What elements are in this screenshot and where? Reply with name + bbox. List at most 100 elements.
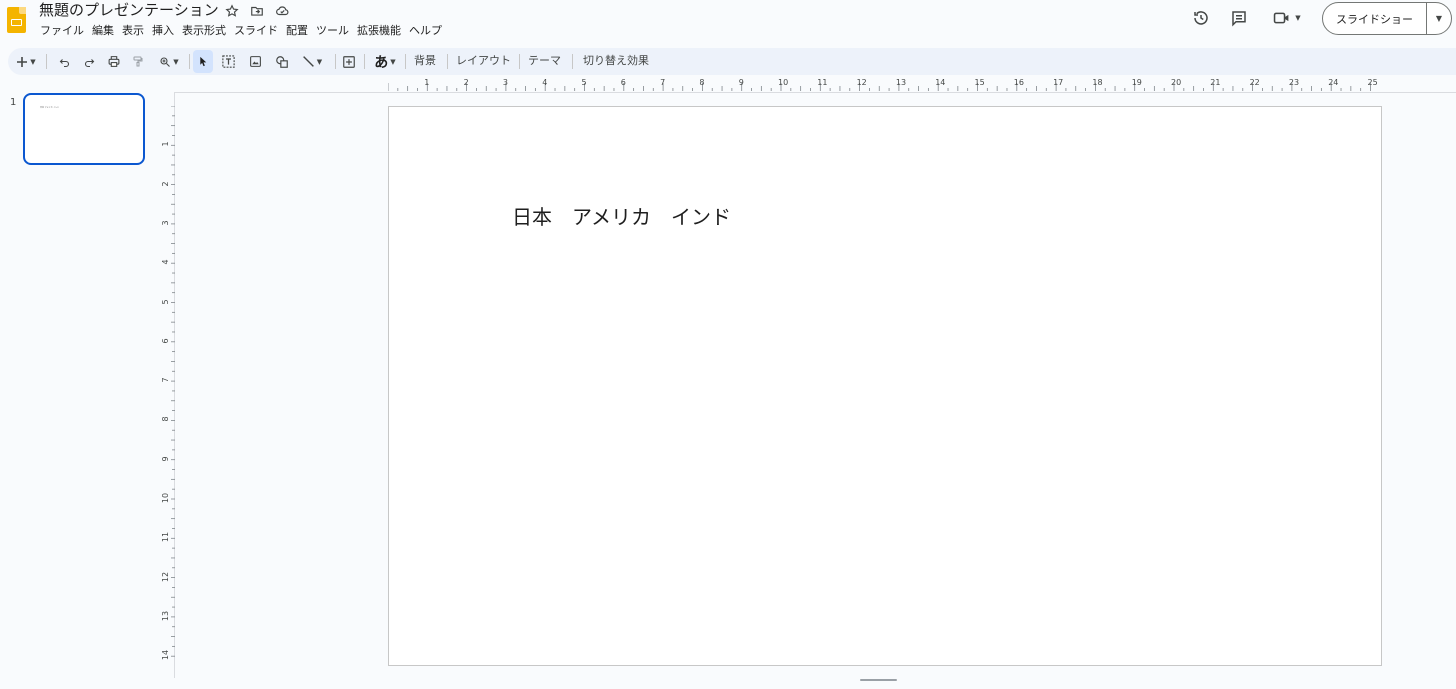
ruler-label: 1 <box>161 141 170 147</box>
menu-view[interactable]: 表示 <box>121 23 148 39</box>
add-comment-icon[interactable] <box>340 50 358 73</box>
vertical-ruler-labels: 1 2 3 4 5 6 7 8 9 10 11 12 13 14 <box>161 106 176 666</box>
theme-button[interactable]: テーマ <box>528 53 561 69</box>
toolbar: ▼ ▼ ▼ あ ▼ 背景 レイアウト テーマ 切り替え効果 <box>8 48 1456 75</box>
line-icon[interactable]: ▼ <box>298 50 326 73</box>
ruler-label: 7 <box>660 78 666 87</box>
filmstrip: 1 日本 アメリカ インド <box>0 84 160 689</box>
slide-number: 1 <box>10 97 17 108</box>
ruler-label: 11 <box>817 78 828 87</box>
new-slide-plus-icon[interactable]: ▼ <box>14 50 38 73</box>
header-bar: 無題のプレゼンテーション ファイル 編集 表示 挿入 表示形式 スライド 配置 … <box>0 0 1456 44</box>
ruler-label: 6 <box>161 338 170 344</box>
ruler-label: 4 <box>161 259 170 265</box>
toolbar-divider <box>519 54 520 69</box>
menu-bar: ファイル 編集 表示 挿入 表示形式 スライド 配置 ツール 拡張機能 ヘルプ <box>39 23 449 39</box>
ruler-label: 11 <box>161 532 170 543</box>
menu-help[interactable]: ヘルプ <box>408 23 446 39</box>
slideshow-label[interactable]: スライドショー <box>1323 3 1427 34</box>
document-title[interactable]: 無題のプレゼンテーション <box>39 0 219 20</box>
ruler-label: 13 <box>161 610 170 621</box>
paint-format-icon[interactable] <box>129 50 147 73</box>
speaker-notes-handle[interactable] <box>860 679 897 681</box>
ruler-label: 17 <box>1053 78 1064 87</box>
ruler-label: 2 <box>463 78 469 87</box>
toolbar-divider <box>364 54 365 69</box>
menu-tools[interactable]: ツール <box>315 23 353 39</box>
ruler-label: 12 <box>161 571 170 582</box>
ruler-label: 23 <box>1288 78 1300 87</box>
ruler-label: 4 <box>542 78 548 87</box>
zoom-icon[interactable]: ▼ <box>155 50 183 73</box>
ruler-label: 22 <box>1249 78 1260 87</box>
ruler-label: 13 <box>895 78 907 87</box>
ruler-label: 14 <box>161 650 170 661</box>
ruler-label: 8 <box>161 416 170 422</box>
ruler-label: 5 <box>161 298 170 305</box>
ruler-label: 12 <box>856 78 867 87</box>
undo-icon[interactable] <box>55 50 73 73</box>
toolbar-divider <box>189 54 190 69</box>
ruler-label: 25 <box>1367 78 1378 87</box>
ruler-label: 20 <box>1171 78 1182 87</box>
slideshow-dropdown-chevron-icon[interactable]: ▼ <box>1427 3 1451 34</box>
layout-button[interactable]: レイアウト <box>456 53 511 69</box>
ruler-label: 3 <box>502 78 508 87</box>
menu-format[interactable]: 表示形式 <box>181 23 230 39</box>
ruler-label: 16 <box>1013 78 1024 87</box>
cloud-status-icon[interactable] <box>274 3 290 19</box>
toolbar-divider <box>447 54 448 69</box>
menu-slide[interactable]: スライド <box>233 23 282 39</box>
slide-canvas[interactable]: 日本 アメリカ インド <box>388 106 1382 666</box>
title-actions <box>224 3 290 19</box>
redo-icon[interactable] <box>80 50 98 73</box>
ruler-label: 10 <box>161 492 170 504</box>
slides-logo-icon[interactable] <box>7 7 26 33</box>
toolbar-divider <box>572 54 573 69</box>
menu-arrange[interactable]: 配置 <box>285 23 312 39</box>
version-history-icon[interactable] <box>1191 8 1211 28</box>
ruler-label: 9 <box>738 78 744 87</box>
menu-edit[interactable]: 編集 <box>91 23 118 39</box>
slide-text-box[interactable]: 日本 アメリカ インド <box>512 203 731 231</box>
text-style-glyph: あ <box>374 54 389 71</box>
star-icon[interactable] <box>224 3 240 19</box>
move-folder-icon[interactable] <box>249 3 265 19</box>
ruler-label: 5 <box>581 78 587 87</box>
slide-thumbnail[interactable]: 日本 アメリカ インド <box>23 93 145 165</box>
ruler-label: 18 <box>1092 78 1103 87</box>
ruler-label: 14 <box>935 78 946 87</box>
ruler-label: 10 <box>778 78 789 87</box>
transition-button[interactable]: 切り替え効果 <box>583 53 649 69</box>
meet-camera-icon[interactable]: ▼ <box>1270 8 1304 28</box>
toolbar-divider <box>405 54 406 69</box>
select-cursor-icon[interactable] <box>193 50 213 73</box>
toolbar-divider <box>335 54 336 69</box>
ruler-label: 3 <box>161 220 170 226</box>
ruler-label: 1 <box>424 78 430 87</box>
ruler-label: 8 <box>699 78 705 87</box>
ruler-label: 15 <box>974 78 985 87</box>
insert-image-icon[interactable] <box>246 50 264 73</box>
shape-icon[interactable] <box>272 50 292 73</box>
ruler-label: 6 <box>620 78 626 87</box>
menu-extensions[interactable]: 拡張機能 <box>356 23 405 39</box>
comments-icon[interactable] <box>1229 8 1249 28</box>
text-box-icon[interactable] <box>218 50 238 73</box>
slide-thumbnail-text: 日本 アメリカ インド <box>40 107 60 109</box>
ruler-label: 9 <box>161 456 170 462</box>
menu-file[interactable]: ファイル <box>39 23 88 39</box>
ruler-label: 7 <box>161 377 170 383</box>
background-button[interactable]: 背景 <box>414 53 436 69</box>
slideshow-button[interactable]: スライドショー ▼ <box>1322 2 1452 35</box>
ruler-border <box>174 92 1456 93</box>
ruler-label: 19 <box>1131 78 1142 87</box>
toolbar-divider <box>46 54 47 69</box>
menu-insert[interactable]: 挿入 <box>151 23 178 39</box>
ruler-label: 21 <box>1210 78 1221 87</box>
ruler-label: 24 <box>1328 78 1339 87</box>
horizontal-ruler-labels: 1 2 3 4 5 6 7 8 9 10 11 12 13 14 15 16 17 18 19 20 21 22 23 24 2… <box>388 79 1382 89</box>
ruler-label: 2 <box>161 181 170 187</box>
print-icon[interactable] <box>105 50 123 73</box>
text-style-button[interactable]: あ ▼ <box>370 50 400 73</box>
